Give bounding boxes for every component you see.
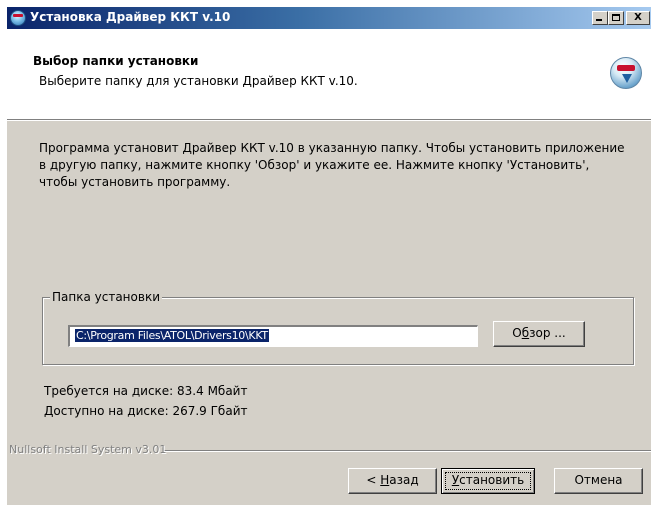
branding-divider-highlight — [163, 451, 651, 452]
wizard-header: Выбор папки установки Выберите папку для… — [7, 29, 651, 119]
install-folder-label: Папка установки — [50, 290, 162, 304]
installer-window: Установка Драйвер ККТ v.10 X Выбор папки… — [6, 6, 651, 505]
page-title: Выбор папки установки — [33, 54, 199, 68]
back-label-prefix: < — [366, 473, 381, 487]
installer-app-icon — [10, 10, 26, 26]
minimize-button[interactable] — [592, 11, 608, 25]
disk-space-available: Доступно на диске: 267.9 Гбайт — [44, 404, 248, 418]
minimize-icon — [596, 19, 602, 21]
maximize-button[interactable] — [608, 11, 624, 25]
browse-label-suffix: зор ... — [529, 326, 566, 340]
browse-button[interactable]: Обзор ... — [493, 321, 585, 347]
intro-text: Программа установит Драйвер ККТ v.10 в у… — [39, 141, 625, 189]
title-bar[interactable]: Установка Драйвер ККТ v.10 X — [7, 7, 651, 29]
installer-disc-icon — [610, 57, 642, 89]
back-label-suffix: азад — [389, 473, 419, 487]
back-button[interactable]: < Назад — [348, 468, 437, 494]
disk-space-required: Требуется на диске: 83.4 Мбайт — [44, 384, 248, 398]
download-arrow-icon — [622, 74, 632, 83]
back-label-accel: Н — [380, 473, 390, 487]
header-divider-highlight — [7, 120, 651, 121]
browse-label-prefix: О — [512, 326, 522, 340]
install-button[interactable]: Установить — [441, 468, 535, 494]
close-icon: X — [634, 12, 642, 23]
close-button[interactable]: X — [626, 11, 650, 25]
install-path-input[interactable]: C:\Program Files\ATOL\Drivers10\KKT — [68, 325, 478, 347]
page-subtitle: Выберите папку для установки Драйвер ККТ… — [39, 74, 358, 88]
logo-red-band — [617, 65, 635, 71]
maximize-icon — [612, 14, 620, 21]
focus-rect — [445, 472, 531, 490]
browse-label-accel: б — [521, 326, 530, 340]
window-title: Установка Драйвер ККТ v.10 — [30, 10, 231, 24]
cancel-button[interactable]: Отмена — [554, 468, 643, 494]
nsis-branding: Nullsoft Install System v3.01 — [9, 443, 167, 456]
install-path-value: C:\Program Files\ATOL\Drivers10\KKT — [75, 329, 269, 342]
